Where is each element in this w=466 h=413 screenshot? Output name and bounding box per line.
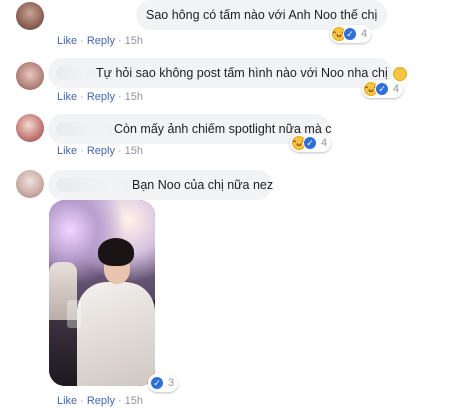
like-link[interactable]: Like [57,35,77,47]
reply-link[interactable]: Reply [87,35,115,47]
comment-actions: Like · Reply · 15h [57,35,144,47]
reaction-summary[interactable]: ᵔᴗᵔ ✓ 4 [362,80,404,98]
comment-actions: Like · Reply · 15h [57,395,144,407]
comment-bubble: Bạn Noo của chị nữa nez [48,170,274,200]
like-reaction-icon: ✓ [150,376,164,390]
reaction-count: 4 [361,28,368,40]
reply-link[interactable]: Reply [87,91,115,103]
redacted-name [56,178,132,192]
person-hair [98,238,134,266]
reaction-count: 4 [321,137,328,149]
reaction-count: 3 [168,377,175,389]
like-reaction-icon: ✓ [343,27,357,41]
reaction-summary[interactable]: ᵔᴗᵔ ✓ 4 [330,25,372,43]
comment-actions: Like · Reply · 15h [57,91,144,103]
timestamp[interactable]: 15h [125,91,143,103]
reaction-count: 4 [393,83,400,95]
avatar[interactable] [16,2,44,30]
timestamp[interactable]: 15h [125,145,143,157]
reaction-summary[interactable]: ᵔᴗᵔ ✓ 4 [290,134,332,152]
comment-bubble: Tự hỏi sao không post tấm hình nào với N… [48,58,408,88]
comment-photo[interactable] [49,200,155,386]
timestamp[interactable]: 15h [125,395,143,407]
like-reaction-icon: ✓ [375,82,389,96]
comment-text: Bạn Noo của chị nữa nez [132,178,274,192]
like-link[interactable]: Like [57,395,77,407]
wine-glass [67,300,81,328]
reply-link[interactable]: Reply [87,145,115,157]
reply-link[interactable]: Reply [87,395,115,407]
timestamp[interactable]: 15h [125,35,143,47]
comment-actions: Like · Reply · 15h [57,145,144,157]
like-link[interactable]: Like [57,91,77,103]
avatar[interactable] [16,170,44,198]
redacted-name [56,66,96,80]
comment-bubble: Còn mấy ảnh chiếm spotlight nữa mà c [48,114,332,144]
reaction-summary[interactable]: ✓ 3 [148,374,179,392]
avatar[interactable] [16,62,44,90]
avatar[interactable] [16,114,44,142]
person-shirt [77,282,155,386]
comment-text: Sao hông có tấm nào với Anh Noo thế chị [146,8,378,22]
laughing-emoji-icon [393,66,408,81]
redacted-name [56,122,114,136]
comment-text: Tự hỏi sao không post tấm hình nào với N… [96,66,388,80]
like-reaction-icon: ✓ [303,136,317,150]
like-link[interactable]: Like [57,145,77,157]
